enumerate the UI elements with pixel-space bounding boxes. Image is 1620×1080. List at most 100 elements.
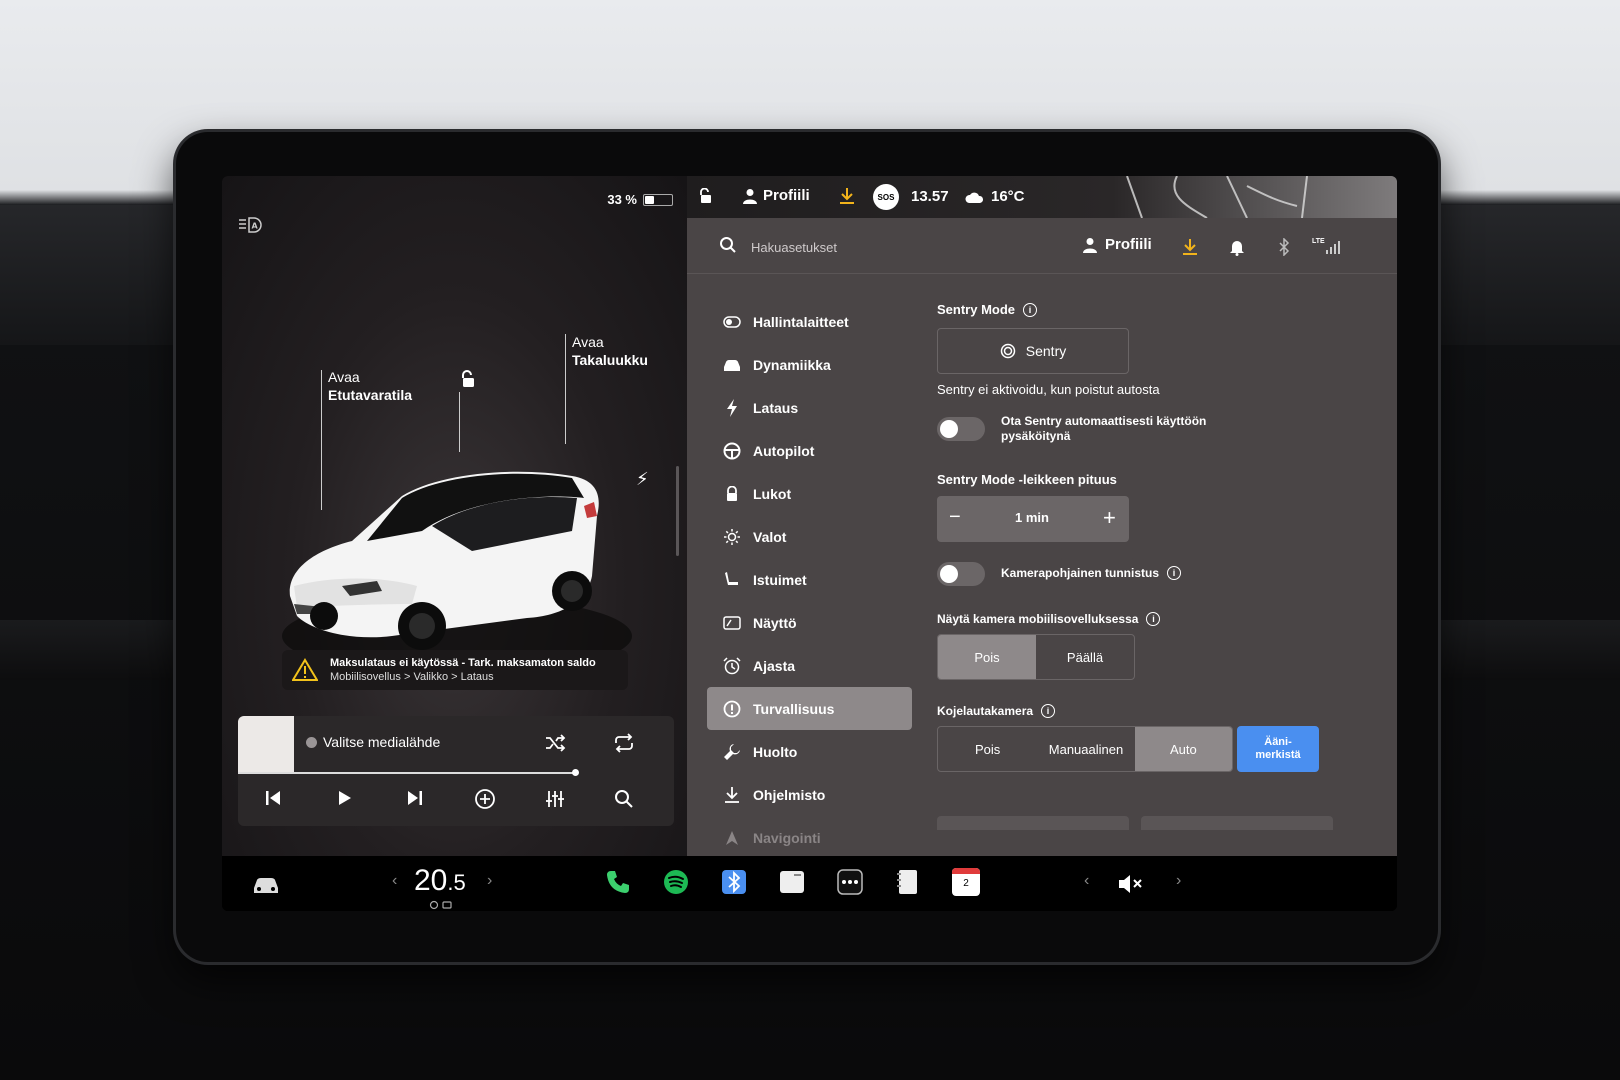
sidebar-item-locks[interactable]: Lukot [707, 472, 912, 515]
dashcam-label: Kojelautakamera [937, 704, 1034, 718]
sentry-eye-icon [1000, 343, 1016, 359]
unlock-icon[interactable] [460, 370, 476, 388]
media-source-label: Valitse medialähde [323, 734, 441, 750]
car-illustration [282, 471, 632, 676]
sidebar-item-software[interactable]: Ohjelmisto [707, 773, 912, 816]
media-search-icon[interactable] [613, 788, 635, 810]
svg-text:A: A [252, 222, 259, 231]
owners-manual-icon[interactable] [894, 868, 922, 896]
repeat-icon[interactable] [613, 732, 635, 754]
charging-warning-banner[interactable]: Maksulataus ei käytössä - Tark. maksamat… [282, 650, 628, 690]
shuffle-icon[interactable] [544, 732, 566, 754]
sos-button[interactable]: SOS [873, 184, 899, 210]
calendar-icon[interactable]: 2 [952, 868, 980, 896]
info-icon[interactable]: i [1041, 704, 1056, 718]
mobile-camera-on-option[interactable]: Päällä [1036, 635, 1134, 679]
clip-plus-button[interactable]: + [1103, 505, 1116, 531]
temp-up-chevron-icon[interactable]: › [487, 872, 492, 890]
sidebar-item-pedals-steering[interactable]: Dynamiikka [707, 343, 912, 386]
bolt-icon [723, 398, 741, 417]
car-icon[interactable] [252, 870, 280, 898]
settings-search-input[interactable]: Hakuasetukset [751, 240, 837, 255]
bluetooth-icon[interactable] [1275, 238, 1293, 256]
info-icon[interactable]: i [1146, 612, 1161, 626]
sentry-mode-heading: Sentry Mode i [937, 302, 1038, 317]
mobile-camera-off-option[interactable]: Pois [938, 635, 1036, 679]
media-source-selector[interactable]: Valitse medialähde [306, 734, 440, 750]
media-progress-knob[interactable] [572, 769, 579, 776]
charge-port-bolt-icon[interactable]: ⚡ [636, 469, 649, 490]
seat-heater-icon[interactable] [428, 900, 454, 910]
sidebar-item-controls[interactable]: Hallintalaitteet [707, 300, 912, 343]
status-profile[interactable]: Profiili [743, 187, 810, 204]
sidebar-item-label: Huolto [753, 743, 798, 760]
dashcam-honk-button[interactable]: Ääni- merkistä [1237, 726, 1319, 772]
cabin-temperature[interactable]: 20.5 [414, 864, 466, 898]
next-setting-button-partial[interactable] [937, 816, 1129, 830]
sidebar-item-display[interactable]: Näyttö [707, 601, 912, 644]
sidebar-item-label: Istuimet [753, 571, 807, 588]
clip-minus-button[interactable]: − [949, 506, 961, 529]
equalizer-icon[interactable] [544, 788, 566, 810]
next-setting-button-partial[interactable] [1141, 816, 1333, 830]
profile-person-icon [1083, 237, 1097, 253]
mute-icon[interactable] [1117, 870, 1145, 898]
media-progress-bar[interactable] [238, 772, 576, 774]
add-favorite-icon[interactable] [474, 788, 496, 810]
phone-icon[interactable] [604, 868, 632, 896]
glovebox-icon[interactable] [778, 868, 806, 896]
sidebar-item-label: Navigointi [753, 829, 821, 846]
volume-up-chevron-icon[interactable]: › [1176, 872, 1181, 890]
clip-length-value: 1 min [1015, 510, 1049, 525]
sidebar-item-service[interactable]: Huolto [707, 730, 912, 773]
sidebar-item-charging[interactable]: Lataus [707, 386, 912, 429]
sidebar-item-schedule[interactable]: Ajasta [707, 644, 912, 687]
auto-sentry-toggle[interactable] [937, 417, 985, 441]
sidebar-item-label: Hallintalaitteet [753, 313, 849, 330]
open-trunk-callout[interactable]: Avaa Takaluukku [572, 333, 648, 369]
sidebar-item-label: Turvallisuus [753, 700, 835, 717]
status-download-icon[interactable] [839, 187, 855, 205]
album-art[interactable] [238, 716, 294, 772]
lte-signal-icon: LTE [1312, 238, 1342, 256]
play-icon[interactable] [333, 788, 355, 810]
bottom-dock: ‹ 20.5 › 2 ‹ › [222, 856, 1397, 911]
sidebar-item-autopilot[interactable]: Autopilot [707, 429, 912, 472]
camera-detection-toggle[interactable] [937, 562, 985, 586]
status-unlock-icon[interactable] [699, 188, 713, 204]
panel-scrollbar[interactable] [676, 466, 679, 556]
camera-detection-label: Kamerapohjainen tunnistus [1001, 566, 1160, 580]
sidebar-item-label: Dynamiikka [753, 356, 831, 373]
spotify-icon[interactable] [662, 868, 690, 896]
status-profile-label: Profiili [763, 187, 810, 204]
header-profile-label: Profiili [1105, 236, 1152, 253]
software-download-icon[interactable] [1181, 238, 1199, 256]
info-icon[interactable]: i [1023, 302, 1038, 317]
dashcam-off-option[interactable]: Pois [938, 727, 1037, 771]
person-icon [743, 188, 757, 204]
auto-headlight-icon[interactable]: A [238, 216, 264, 239]
trunk-callout-line [565, 334, 566, 444]
notification-bell-icon[interactable] [1228, 238, 1246, 256]
header-profile[interactable]: Profiili [1083, 236, 1152, 253]
bluetooth-app-icon[interactable] [720, 868, 748, 896]
previous-track-icon[interactable] [262, 788, 284, 810]
sidebar-item-safety[interactable]: Turvallisuus [707, 687, 912, 730]
sidebar-item-navigation[interactable]: Navigointi [707, 816, 912, 859]
alarm-icon [723, 656, 741, 675]
more-apps-icon[interactable] [836, 868, 864, 896]
open-frunk-callout[interactable]: Avaa Etutavaratila [328, 368, 412, 404]
sentry-button[interactable]: Sentry [937, 328, 1129, 374]
info-icon[interactable]: i [1167, 566, 1182, 580]
navigation-icon [723, 829, 741, 847]
battery-percent: 33 % [607, 192, 637, 207]
volume-down-chevron-icon[interactable]: ‹ [1084, 872, 1089, 890]
sidebar-item-seats[interactable]: Istuimet [707, 558, 912, 601]
temp-down-chevron-icon[interactable]: ‹ [392, 872, 397, 890]
frunk-line2: Etutavaratila [328, 387, 413, 403]
sidebar-item-lights[interactable]: Valot [707, 515, 912, 558]
dashcam-manual-option[interactable]: Manuaalinen [1037, 727, 1134, 771]
safety-icon [723, 700, 741, 718]
dashcam-auto-option[interactable]: Auto [1134, 727, 1232, 771]
next-track-icon[interactable] [404, 788, 426, 810]
